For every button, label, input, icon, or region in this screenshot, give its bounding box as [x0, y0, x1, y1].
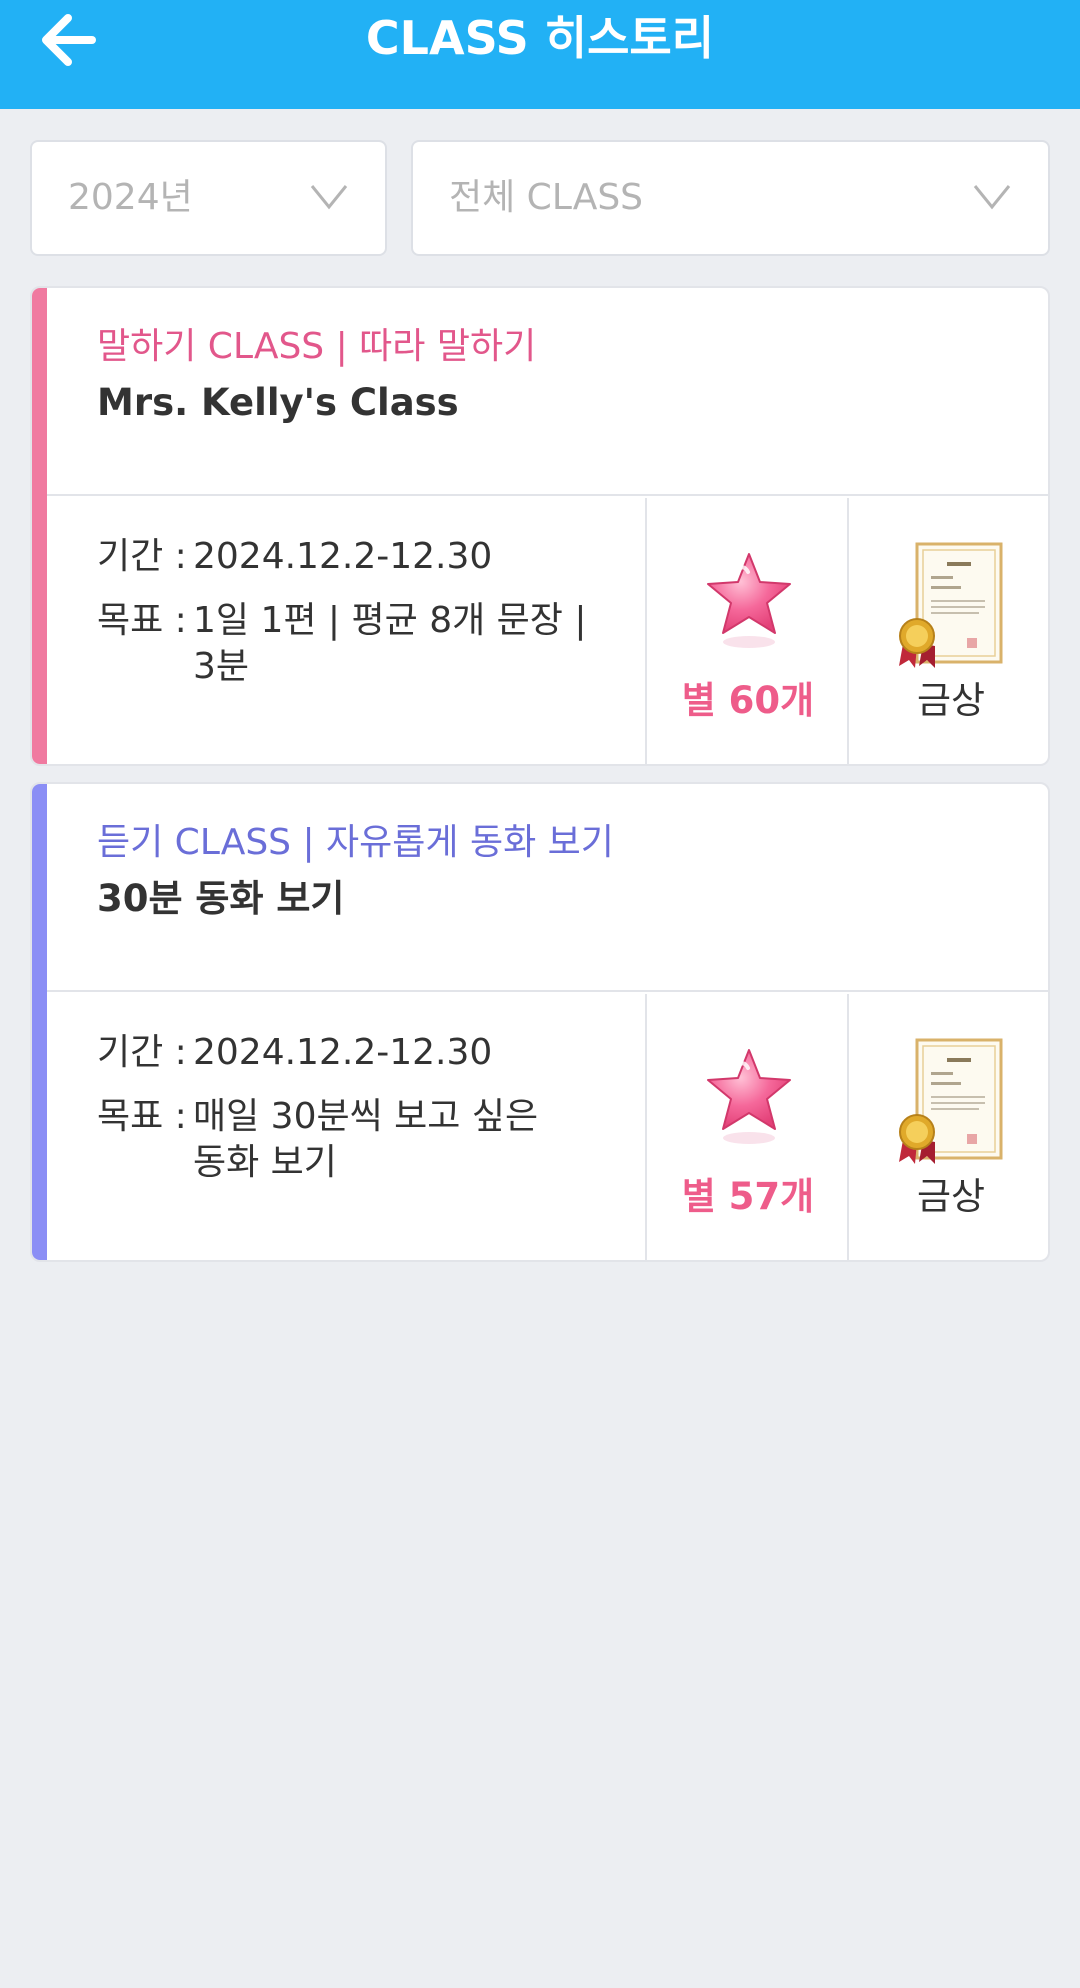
period-label: 기간 : [97, 536, 187, 577]
card-accent-bar [32, 288, 47, 764]
class-info: 기간 : 2024.12.2-12.30 목표 : 매일 30분씩 보고 싶은 … [47, 994, 647, 1260]
card-accent-bar [32, 784, 47, 1260]
award-cell[interactable]: 금상 [851, 994, 1048, 1260]
star-count: 별 60개 [681, 679, 815, 722]
stars-cell: 별 57개 [649, 994, 849, 1260]
award-label: 금상 [916, 1175, 986, 1218]
class-history-card[interactable]: 말하기 CLASS | 따라 말하기 Mrs. Kelly's Class 기간… [30, 286, 1050, 766]
goal-line-2: 동화 보기 [193, 1142, 337, 1183]
class-category: 듣기 CLASS | 자유롭게 동화 보기 [97, 822, 614, 863]
chevron-down-icon [973, 185, 1011, 210]
goal-label: 목표 : [97, 1096, 187, 1137]
goal-line-1: 1일 1편 | 평균 8개 문장 | [193, 600, 587, 641]
certificate-icon [899, 542, 1003, 668]
card-header: 말하기 CLASS | 따라 말하기 Mrs. Kelly's Class [47, 288, 1048, 496]
award-cell[interactable]: 금상 [851, 498, 1048, 764]
card-body: 기간 : 2024.12.2-12.30 목표 : 1일 1편 | 평균 8개 … [47, 498, 1048, 764]
app-header: CLASS 히스토리 [0, 0, 1080, 109]
star-count: 별 57개 [681, 1175, 815, 1218]
goal-label: 목표 : [97, 600, 187, 641]
class-dropdown[interactable]: 전체 CLASS [411, 140, 1050, 256]
goal-value: 매일 30분씩 보고 싶은 동화 보기 [193, 1094, 603, 1186]
year-dropdown[interactable]: 2024년 [30, 140, 387, 256]
class-name: Mrs. Kelly's Class [97, 381, 459, 424]
stars-cell: 별 60개 [649, 498, 849, 764]
class-category: 말하기 CLASS | 따라 말하기 [97, 326, 537, 367]
period-value: 2024.12.2-12.30 [193, 536, 493, 577]
goal-line-2: 3분 [193, 646, 250, 687]
chevron-down-icon [310, 185, 348, 210]
period-label: 기간 : [97, 1032, 187, 1073]
goal-value: 1일 1편 | 평균 8개 문장 | 3분 [193, 598, 603, 690]
star-icon [707, 553, 791, 648]
star-icon [707, 1049, 791, 1144]
class-history-card[interactable]: 듣기 CLASS | 자유롭게 동화 보기 30분 동화 보기 기간 : 202… [30, 782, 1050, 1262]
year-dropdown-value: 2024년 [68, 177, 193, 218]
page-title: CLASS 히스토리 [365, 11, 715, 65]
period-value: 2024.12.2-12.30 [193, 1032, 493, 1073]
card-header: 듣기 CLASS | 자유롭게 동화 보기 30분 동화 보기 [47, 784, 1048, 992]
class-name: 30분 동화 보기 [97, 877, 345, 920]
class-dropdown-value: 전체 CLASS [449, 177, 644, 218]
goal-line-1: 매일 30분씩 보고 싶은 [193, 1096, 539, 1137]
award-label: 금상 [916, 679, 986, 722]
class-info: 기간 : 2024.12.2-12.30 목표 : 1일 1편 | 평균 8개 … [47, 498, 647, 764]
certificate-icon [899, 1038, 1003, 1164]
card-body: 기간 : 2024.12.2-12.30 목표 : 매일 30분씩 보고 싶은 … [47, 994, 1048, 1260]
